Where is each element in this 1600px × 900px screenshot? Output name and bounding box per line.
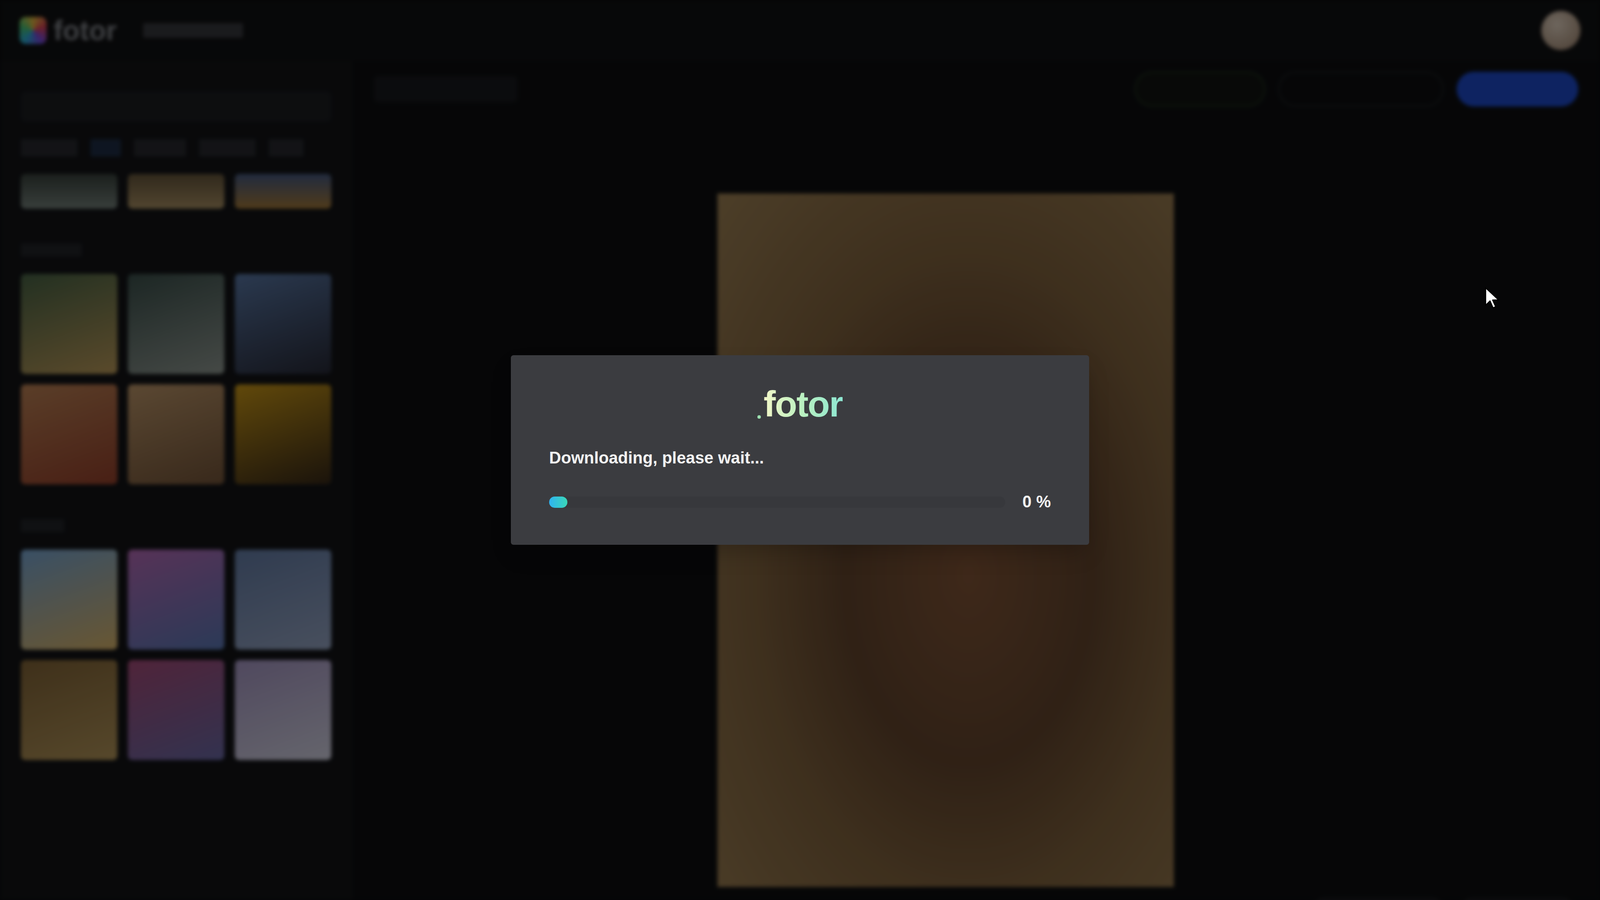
logo-text: fotor xyxy=(763,385,843,425)
dialog-message: Downloading, please wait... xyxy=(549,445,1051,471)
app-window: fotor xyxy=(0,0,1600,900)
dialog-logo: fotor xyxy=(549,385,1051,425)
progress-row: 0 % xyxy=(549,489,1051,515)
modal-overlay: fotor Downloading, please wait... 0 % xyxy=(0,0,1600,900)
mouse-cursor-icon xyxy=(1484,286,1500,310)
progress-fill xyxy=(549,496,568,508)
logo-dot-icon xyxy=(757,415,761,419)
progress-percent: 0 % xyxy=(1022,489,1051,515)
download-dialog: fotor Downloading, please wait... 0 % xyxy=(510,355,1090,545)
progress-track xyxy=(549,496,1006,508)
